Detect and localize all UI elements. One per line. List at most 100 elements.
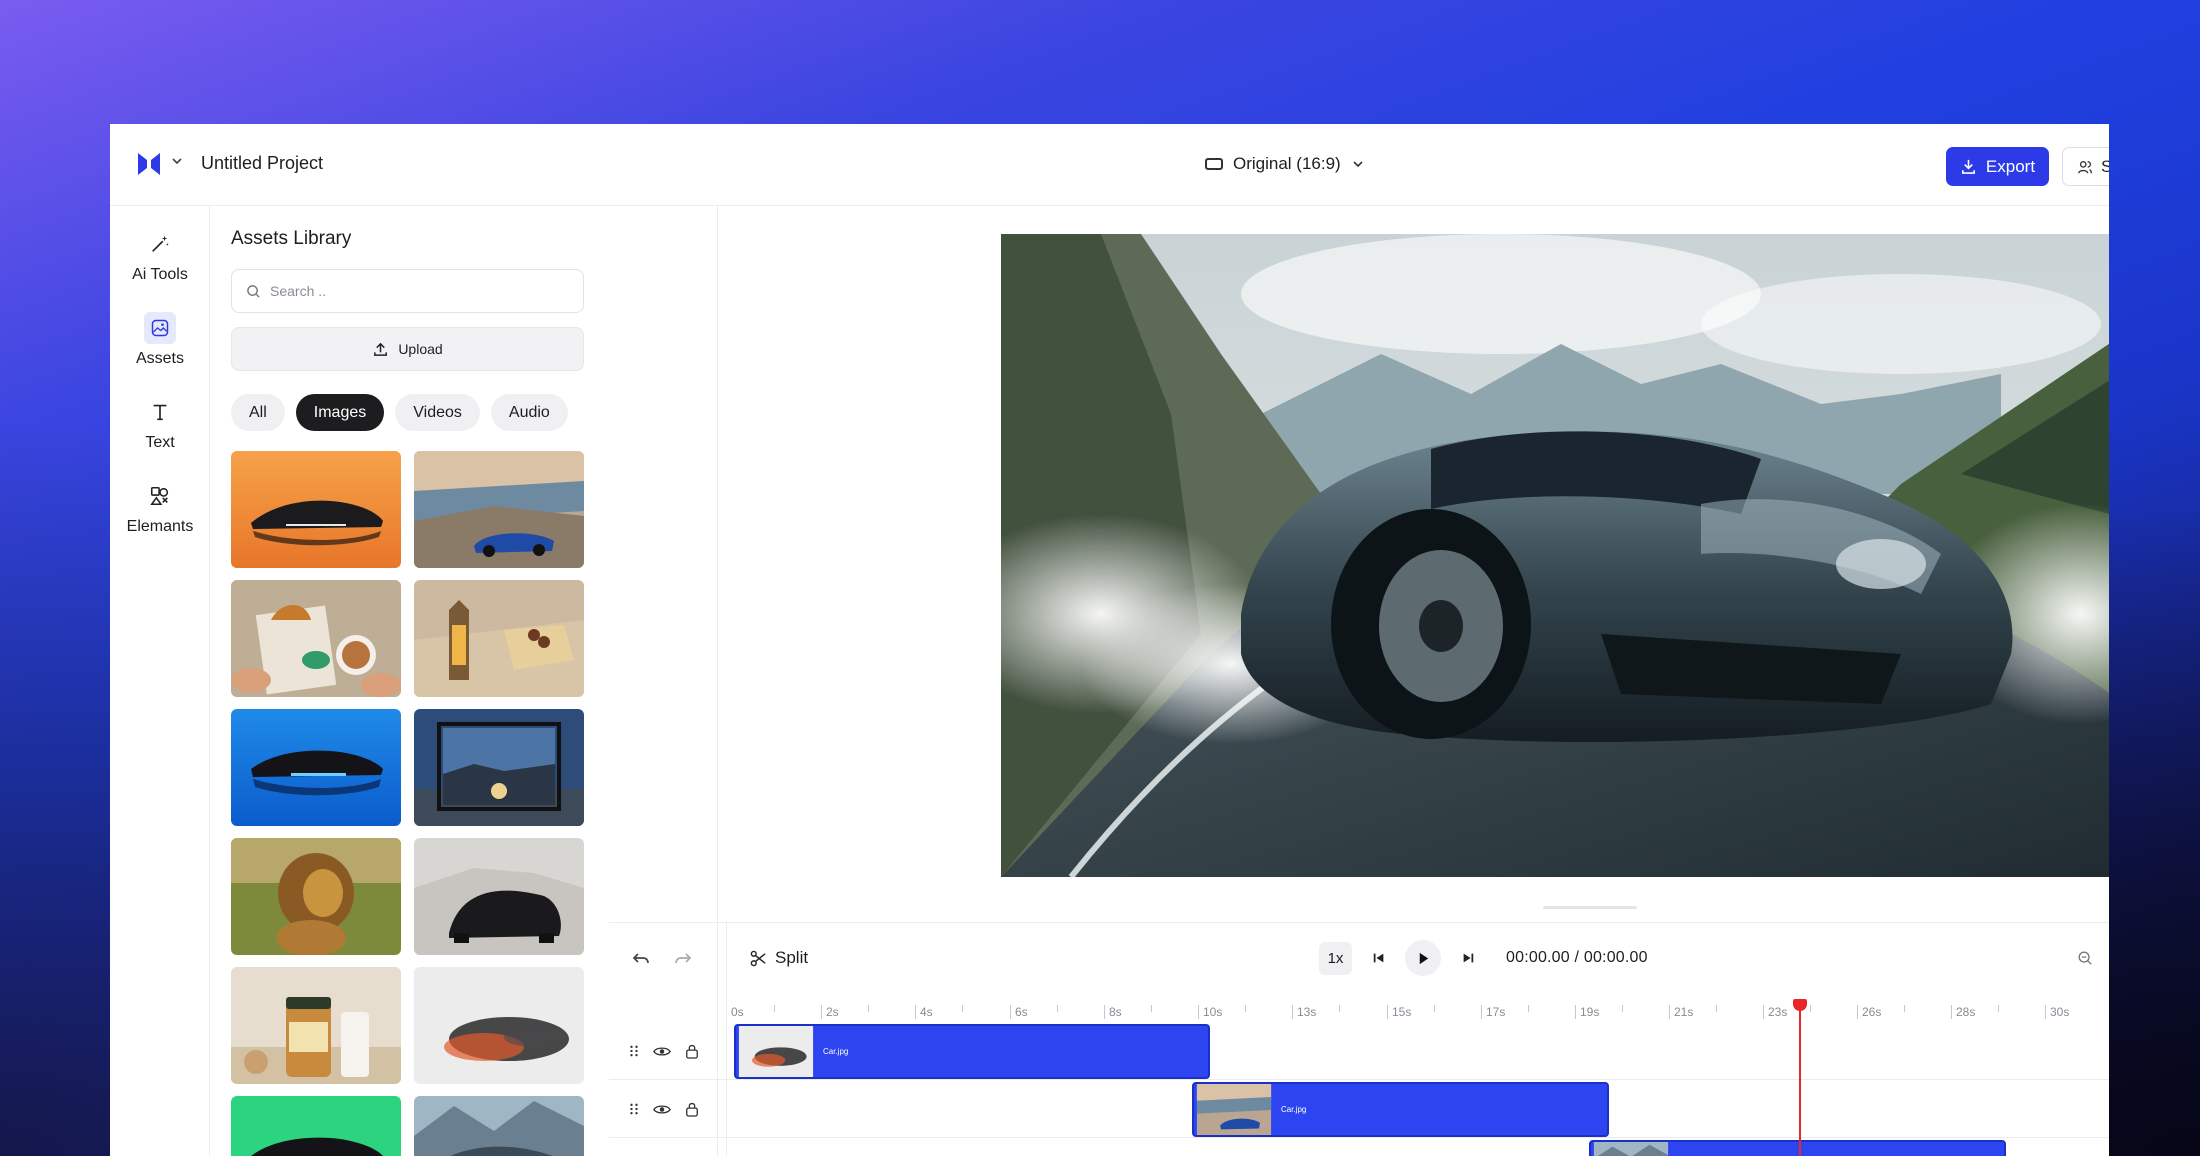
playback-speed-button[interactable]: 1x	[1319, 941, 1352, 975]
app-logo-icon[interactable]	[136, 151, 162, 177]
asset-thumbnail[interactable]	[231, 451, 401, 568]
play-button[interactable]	[1405, 940, 1441, 976]
chevron-down-icon[interactable]	[170, 154, 184, 168]
time-ruler[interactable]: 0s 2s 4s 6s 8s 10s 13s 15s 17s 19s 21s 2…	[727, 993, 2109, 1023]
ruler-label: 19s	[1575, 1005, 1599, 1019]
aspect-ratio-label: Original (16:9)	[1233, 154, 1341, 173]
export-button[interactable]: Export	[1946, 147, 2049, 186]
ruler-tick	[868, 1005, 869, 1012]
timeline-clip[interactable]	[1589, 1140, 2006, 1156]
drag-handle-icon[interactable]	[629, 1044, 639, 1058]
filter-videos[interactable]: Videos	[395, 394, 480, 431]
ruler-tick	[1528, 1005, 1529, 1012]
lock-icon[interactable]	[685, 1101, 699, 1117]
redo-icon[interactable]	[673, 949, 693, 974]
scissors-icon	[750, 950, 766, 966]
ruler-label: 21s	[1669, 1005, 1693, 1019]
asset-thumbnail[interactable]	[231, 709, 401, 826]
ruler-label: 6s	[1010, 1005, 1028, 1019]
ruler-label: 15s	[1387, 1005, 1411, 1019]
shapes-icon	[144, 480, 176, 512]
ruler-tick	[962, 1005, 963, 1012]
split-label: Split	[775, 948, 809, 967]
ruler-tick	[1151, 1005, 1152, 1012]
asset-thumbnail[interactable]	[414, 1096, 584, 1156]
asset-thumbnail[interactable]	[231, 580, 401, 697]
project-title[interactable]: Untitled Project	[201, 153, 323, 174]
search-box[interactable]	[231, 269, 584, 313]
zoom-out-icon[interactable]	[2077, 950, 2093, 971]
track-controls	[629, 1043, 699, 1059]
ruler-label: 23s	[1763, 1005, 1787, 1019]
assets-title: Assets Library	[231, 228, 352, 249]
asset-thumbnail[interactable]	[231, 1096, 401, 1156]
preview-canvas	[719, 206, 2109, 1046]
text-icon	[144, 396, 176, 428]
tool-rail: Ai Tools Assets Text Elemants	[110, 206, 210, 1156]
upload-icon	[374, 342, 388, 356]
asset-thumbnail[interactable]	[231, 967, 401, 1084]
timeline-clip[interactable]: Car.jpg	[734, 1024, 1210, 1079]
ruler-tick	[1339, 1005, 1340, 1012]
track-row: Car.jpg	[609, 1081, 2109, 1138]
ruler-label: 30s	[2045, 1005, 2069, 1019]
filter-audio[interactable]: Audio	[490, 394, 568, 431]
ruler-label: 0s	[731, 1005, 744, 1019]
eye-icon[interactable]	[653, 1045, 671, 1058]
ruler-tick	[774, 1005, 775, 1012]
lock-icon[interactable]	[685, 1043, 699, 1059]
rail-item-text[interactable]: Text	[110, 396, 210, 452]
playback-controls: 1x 00:00.00 / 00:00.00	[1319, 940, 1648, 976]
asset-thumbnail[interactable]	[414, 967, 584, 1084]
ruler-tick	[1434, 1005, 1435, 1012]
track-controls	[629, 1101, 699, 1117]
ruler-tick	[1245, 1005, 1246, 1012]
ruler-label: 4s	[915, 1005, 933, 1019]
skip-forward-icon[interactable]	[1451, 942, 1484, 975]
ruler-label: 8s	[1104, 1005, 1122, 1019]
video-editor-window: Untitled Project Original (16:9) Export …	[110, 124, 2109, 1156]
split-button[interactable]: Split	[750, 948, 808, 968]
image-icon	[144, 312, 176, 344]
users-icon	[2078, 160, 2092, 173]
current-time: 00:00.00	[1506, 949, 1570, 966]
time-display: 00:00.00 / 00:00.00	[1506, 949, 1648, 967]
rail-item-assets[interactable]: Assets	[110, 312, 210, 368]
aspect-ratio-icon	[1205, 158, 1223, 170]
ruler-label: 13s	[1292, 1005, 1316, 1019]
asset-thumbnail[interactable]	[414, 580, 584, 697]
playhead[interactable]	[1799, 1003, 1801, 1156]
rail-label-text: Text	[145, 434, 175, 451]
top-bar: Untitled Project Original (16:9) Export …	[110, 124, 2109, 206]
drag-handle-icon[interactable]	[629, 1102, 639, 1116]
rail-label-assets: Assets	[135, 350, 184, 367]
timeline-clip[interactable]: Car.jpg	[1192, 1082, 1609, 1137]
search-icon	[247, 284, 260, 298]
rail-label-elements: Elemants	[126, 518, 194, 535]
ruler-tick	[1716, 1005, 1717, 1012]
ruler-tick	[1622, 1005, 1623, 1012]
asset-thumbnail[interactable]	[414, 451, 584, 568]
chevron-down-icon	[1353, 161, 1363, 168]
share-button[interactable]: S	[2062, 147, 2109, 186]
ruler-label: 10s	[1198, 1005, 1222, 1019]
undo-icon[interactable]	[631, 949, 651, 974]
play-icon	[1419, 952, 1428, 964]
rail-item-elements[interactable]: Elemants	[110, 480, 210, 536]
filter-all[interactable]: All	[231, 394, 285, 431]
asset-thumbnail[interactable]	[414, 838, 584, 955]
upload-button[interactable]: Upload	[231, 327, 584, 371]
asset-thumbnail[interactable]	[414, 709, 584, 826]
asset-thumbnail[interactable]	[231, 838, 401, 955]
search-input[interactable]	[270, 283, 550, 299]
eye-icon[interactable]	[653, 1103, 671, 1116]
ruler-label: 2s	[821, 1005, 839, 1019]
skip-back-icon[interactable]	[1362, 942, 1395, 975]
filter-images[interactable]: Images	[295, 394, 385, 431]
ruler-label: 26s	[1857, 1005, 1881, 1019]
preview-image[interactable]	[1001, 234, 2109, 877]
time-separator: /	[1574, 949, 1580, 966]
rail-item-ai-tools[interactable]: Ai Tools	[110, 228, 210, 284]
aspect-ratio-dropdown[interactable]: Original (16:9)	[1205, 154, 1365, 174]
resize-handle[interactable]	[1543, 906, 1637, 909]
